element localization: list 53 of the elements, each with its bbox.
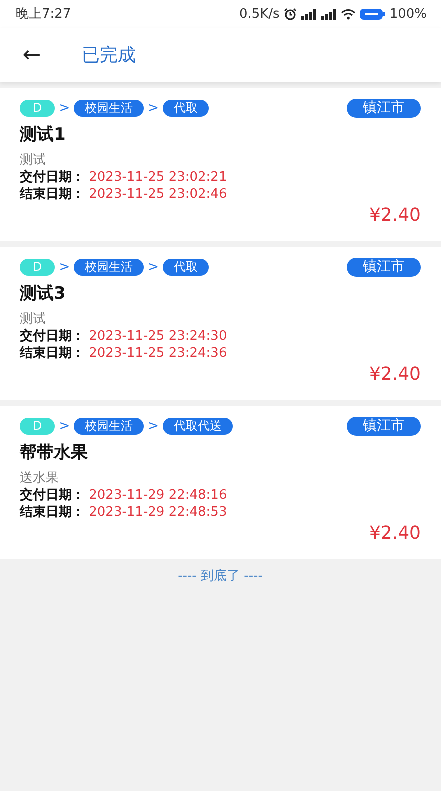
order-price: ¥2.40	[369, 523, 421, 544]
page-title: 已完成	[82, 44, 136, 67]
category-tag: 校园生活	[74, 418, 144, 435]
order-title: 测试1	[20, 124, 67, 146]
date-value: 2023-11-29 22:48:53	[89, 505, 228, 520]
breadcrumb-separator: >	[148, 260, 160, 275]
status-time: 晚上7:27	[16, 6, 72, 23]
signal-icon	[320, 8, 337, 20]
battery-icon	[360, 8, 386, 20]
level-tag: D	[20, 100, 56, 117]
alarm-icon	[284, 8, 297, 20]
order-title: 帮带水果	[20, 442, 89, 464]
category-tag: 代取代送	[163, 418, 234, 435]
order-card[interactable]: D > 校园生活 > 代取代送 镇江市 帮带水果 送水果 交付日期： 2023-11-29 22:48:16 结束日期： 2023-11-29 22:48:53 ¥2.40	[0, 406, 441, 559]
date-label: 结束日期：	[20, 346, 85, 361]
wifi-icon	[340, 8, 356, 20]
date-label: 交付日期：	[20, 170, 85, 185]
date-label: 结束日期：	[20, 187, 85, 202]
battery-level: 100%	[390, 6, 427, 22]
date-label: 交付日期：	[20, 329, 85, 344]
signal-icon	[300, 8, 317, 20]
order-price: ¥2.40	[369, 205, 421, 226]
network-speed: 0.5K/s	[239, 6, 280, 22]
end-of-list-text: ---- 到底了 ----	[178, 569, 263, 584]
breadcrumb-separator: >	[59, 419, 70, 434]
category-tag: 校园生活	[74, 100, 144, 117]
back-button[interactable]: ←	[20, 42, 44, 68]
date-value: 2023-11-29 22:48:16	[89, 488, 228, 503]
date-value: 2023-11-25 23:02:46	[89, 187, 228, 202]
date-value: 2023-11-25 23:24:30	[89, 329, 228, 344]
category-tag: 代取	[163, 259, 210, 276]
date-label: 结束日期：	[20, 505, 85, 520]
order-description: 测试	[20, 152, 47, 169]
city-tag: 镇江市	[347, 258, 421, 277]
category-tag: 校园生活	[74, 259, 144, 276]
order-card[interactable]: D > 校园生活 > 代取 镇江市 测试1 测试 交付日期： 2023-11-25 23:02:21 结束日期： 2023-11-25 23:02:46 ¥2.40	[0, 88, 441, 241]
date-value: 2023-11-25 23:02:21	[89, 170, 228, 185]
order-title: 测试3	[20, 283, 67, 305]
order-description: 测试	[20, 311, 47, 328]
breadcrumb-separator: >	[59, 260, 70, 275]
date-value: 2023-11-25 23:24:36	[89, 346, 228, 361]
breadcrumb-separator: >	[148, 101, 160, 116]
breadcrumb-separator: >	[59, 101, 70, 116]
order-description: 送水果	[20, 470, 60, 487]
level-tag: D	[20, 418, 56, 435]
level-tag: D	[20, 259, 56, 276]
date-label: 交付日期：	[20, 488, 85, 503]
city-tag: 镇江市	[347, 417, 421, 436]
order-price: ¥2.40	[369, 364, 421, 385]
category-tag: 代取	[163, 100, 210, 117]
city-tag: 镇江市	[347, 99, 421, 118]
order-card[interactable]: D > 校园生活 > 代取 镇江市 测试3 测试 交付日期： 2023-11-25 23:24:30 结束日期： 2023-11-25 23:24:36 ¥2.40	[0, 247, 441, 400]
breadcrumb-separator: >	[148, 419, 160, 434]
